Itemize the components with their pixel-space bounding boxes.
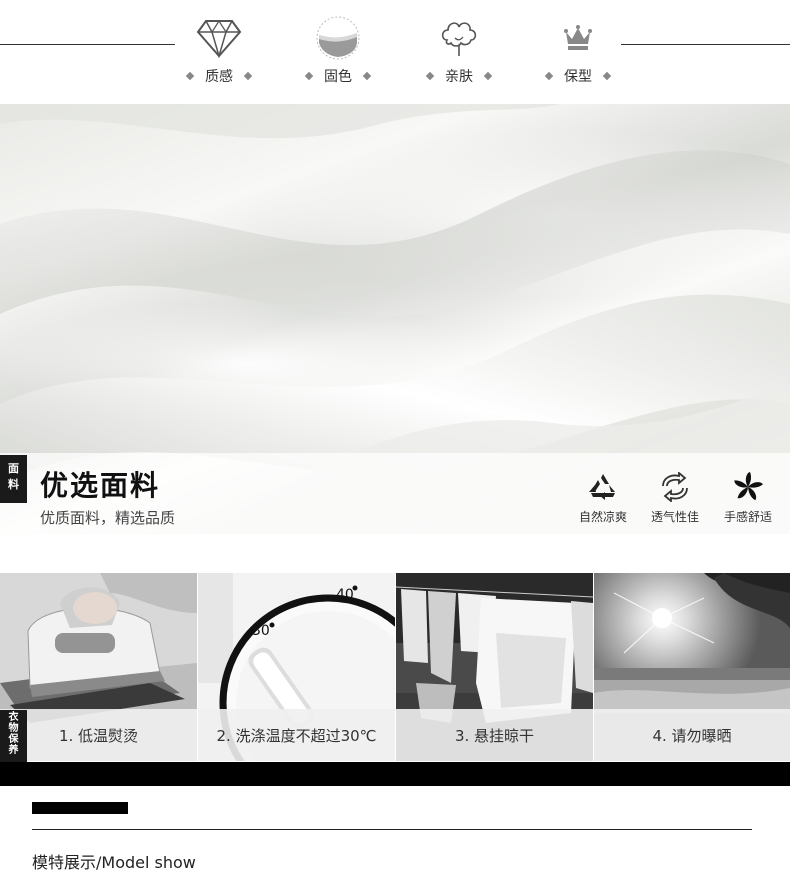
care-label: 1. 低温熨烫	[58, 726, 139, 745]
feature-quality: 质感	[164, 12, 274, 86]
fabric-feature-label: 自然凉爽	[578, 510, 627, 524]
feature-shape-retention: 保型	[523, 12, 633, 86]
recycle-icon	[568, 470, 638, 504]
fabric-title: 优选面料	[40, 469, 161, 502]
fabric-tag-text: 面料	[8, 462, 19, 491]
care-tag-text: 衣物保养	[8, 712, 19, 756]
section-divider-band	[0, 762, 790, 786]
care-washing-temp: 30 40 2. 洗涤温度不超过30℃	[198, 573, 395, 761]
feature-label: 固色	[324, 69, 352, 85]
fabric-feature-comfort: 手感舒适	[713, 470, 783, 525]
feature-label: 保型	[564, 69, 592, 85]
care-label: 3. 悬挂晾干	[454, 726, 535, 745]
care-ironing: 1. 低温熨烫	[0, 573, 197, 761]
model-divider	[32, 829, 752, 830]
care-hang-dry: 3. 悬挂晾干	[396, 573, 593, 761]
cotton-icon	[404, 12, 514, 64]
feature-colorfast: 固色	[283, 12, 393, 86]
fabric-tag: 面料	[0, 455, 27, 503]
care-no-sun: 4. 请勿曝晒	[594, 573, 790, 761]
crown-icon	[523, 12, 633, 64]
feature-label: 亲肤	[445, 69, 473, 85]
airflow-icon	[640, 470, 710, 504]
fabric-feature-breathable: 透气性佳	[640, 470, 710, 525]
fabric-feature-cool: 自然凉爽	[568, 470, 638, 525]
fabric-subtitle: 优质面料，精选品质	[40, 509, 176, 527]
model-title-bar	[32, 802, 128, 814]
care-label: 4. 请勿曝晒	[652, 726, 732, 745]
care-tag: 衣物保养	[0, 710, 27, 764]
top-right-line	[621, 44, 790, 45]
swatch-icon	[283, 12, 393, 64]
model-show-heading: 模特展示/Model show	[32, 853, 196, 872]
feature-label: 质感	[205, 69, 233, 85]
feature-skin-friendly: 亲肤	[404, 12, 514, 86]
diamond-icon	[164, 12, 274, 64]
dial-30-label: 30	[252, 623, 270, 639]
care-label: 2. 洗涤温度不超过30℃	[216, 726, 377, 745]
top-left-line	[0, 44, 175, 45]
fabric-feature-label: 手感舒适	[723, 510, 772, 524]
fabric-feature-label: 透气性佳	[650, 510, 699, 524]
flower-icon	[713, 470, 783, 504]
dial-40-label: 40	[336, 587, 354, 603]
